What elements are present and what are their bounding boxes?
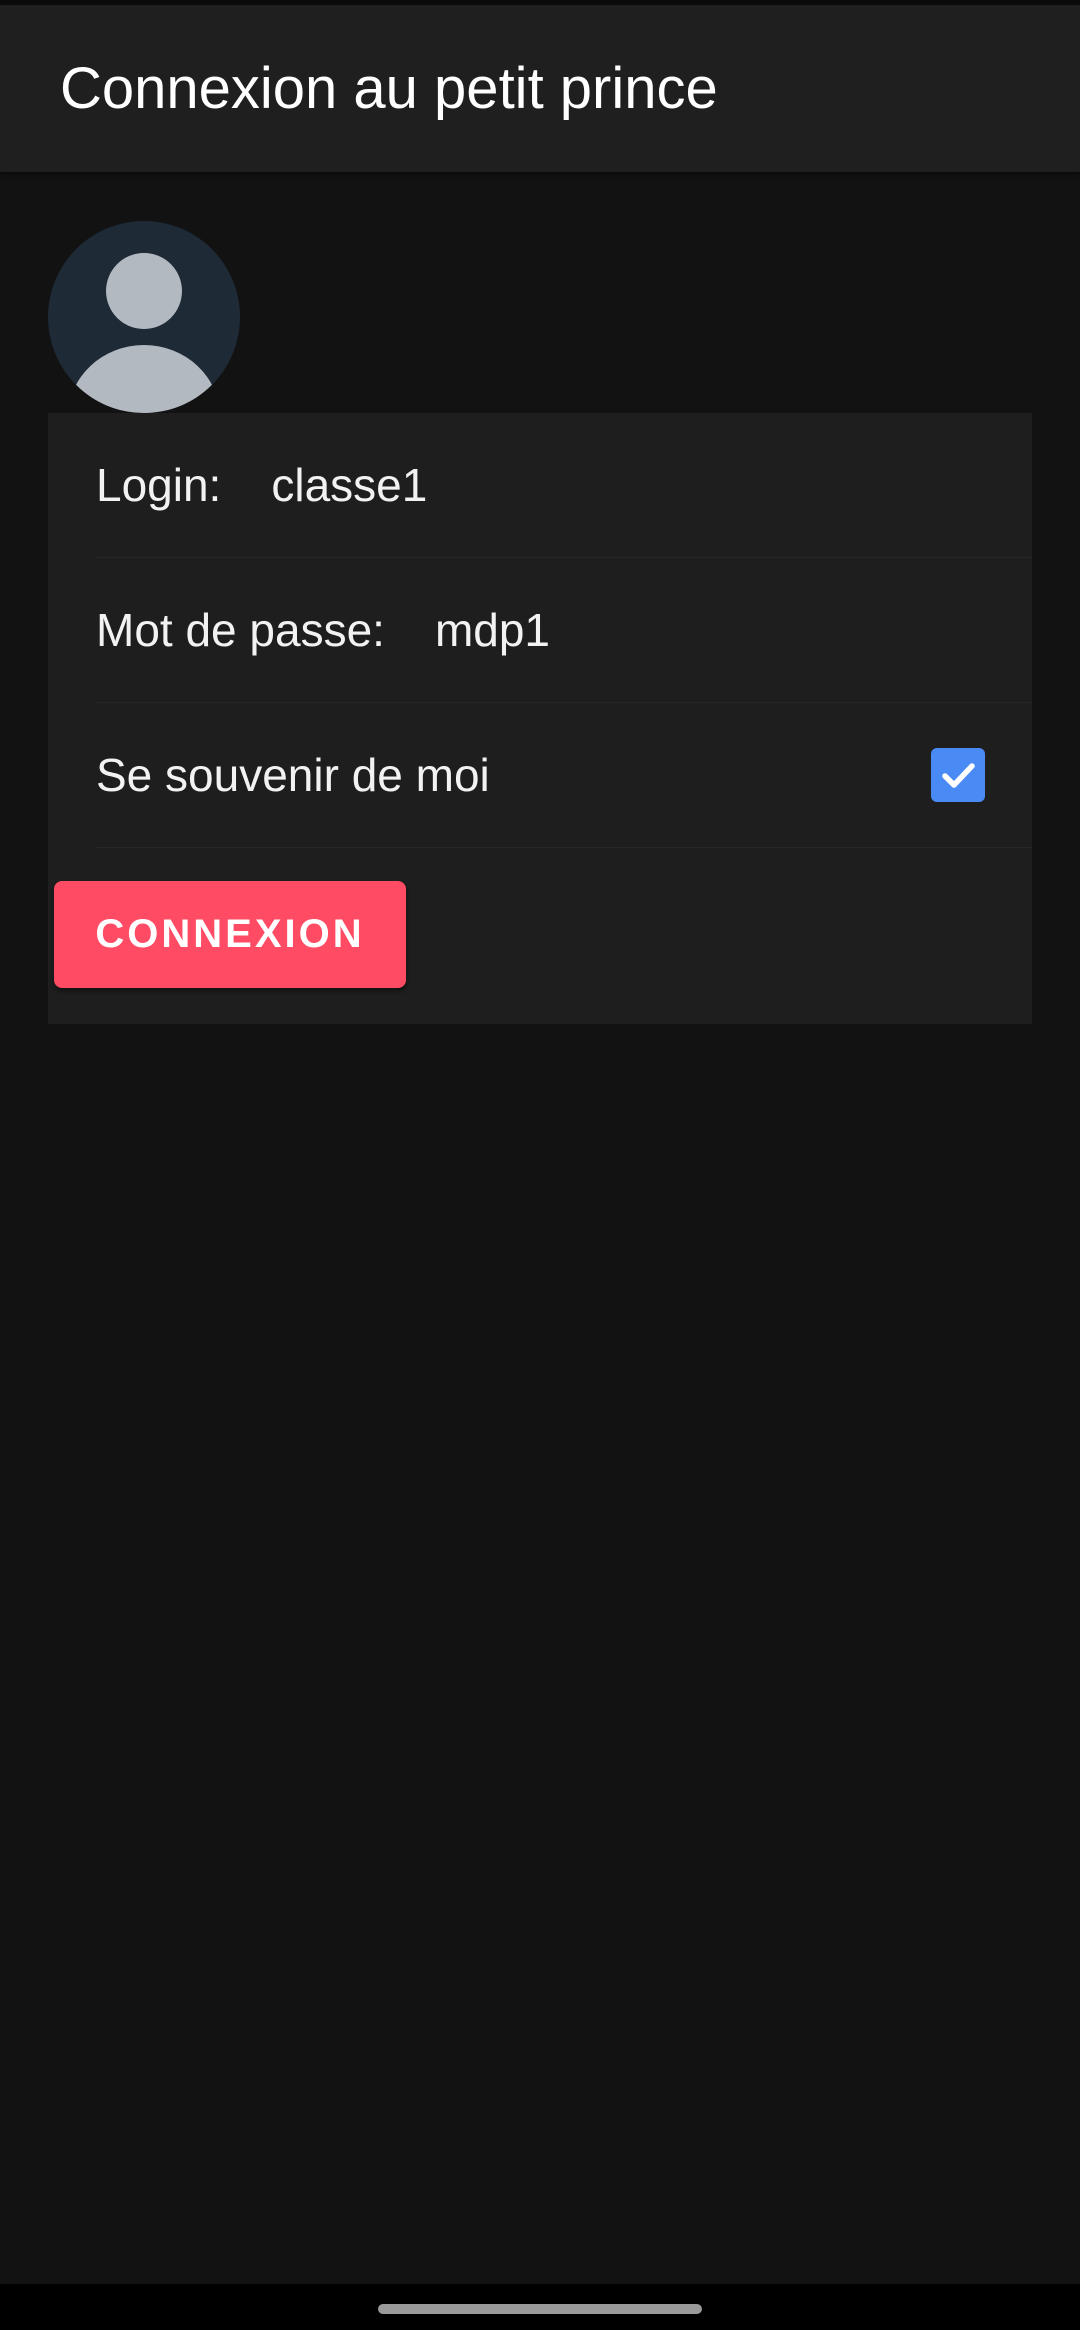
password-label: Mot de passe: bbox=[96, 604, 385, 656]
home-indicator[interactable] bbox=[378, 2304, 702, 2314]
connexion-button[interactable]: CONNEXION bbox=[54, 881, 406, 988]
remember-me-label: Se souvenir de moi bbox=[96, 749, 490, 801]
user-avatar-icon bbox=[48, 221, 240, 413]
page-title: Connexion au petit prince bbox=[60, 56, 718, 121]
password-field[interactable]: mdp1 bbox=[435, 603, 550, 657]
remember-me-checkbox[interactable] bbox=[931, 748, 985, 802]
password-row: Mot de passe: mdp1 bbox=[96, 558, 1032, 703]
app-bar: Connexion au petit prince bbox=[0, 5, 1080, 172]
navigation-bar bbox=[0, 2284, 1080, 2330]
login-label: Login: bbox=[96, 459, 222, 511]
login-field[interactable]: classe1 bbox=[271, 458, 427, 512]
login-form: Login: classe1 Mot de passe: mdp1 Se sou… bbox=[48, 413, 1032, 1024]
login-row: Login: classe1 bbox=[96, 413, 1032, 558]
checkmark-icon bbox=[942, 763, 975, 788]
remember-me-row[interactable]: Se souvenir de moi bbox=[96, 703, 1032, 848]
avatar-silhouette bbox=[68, 253, 220, 413]
